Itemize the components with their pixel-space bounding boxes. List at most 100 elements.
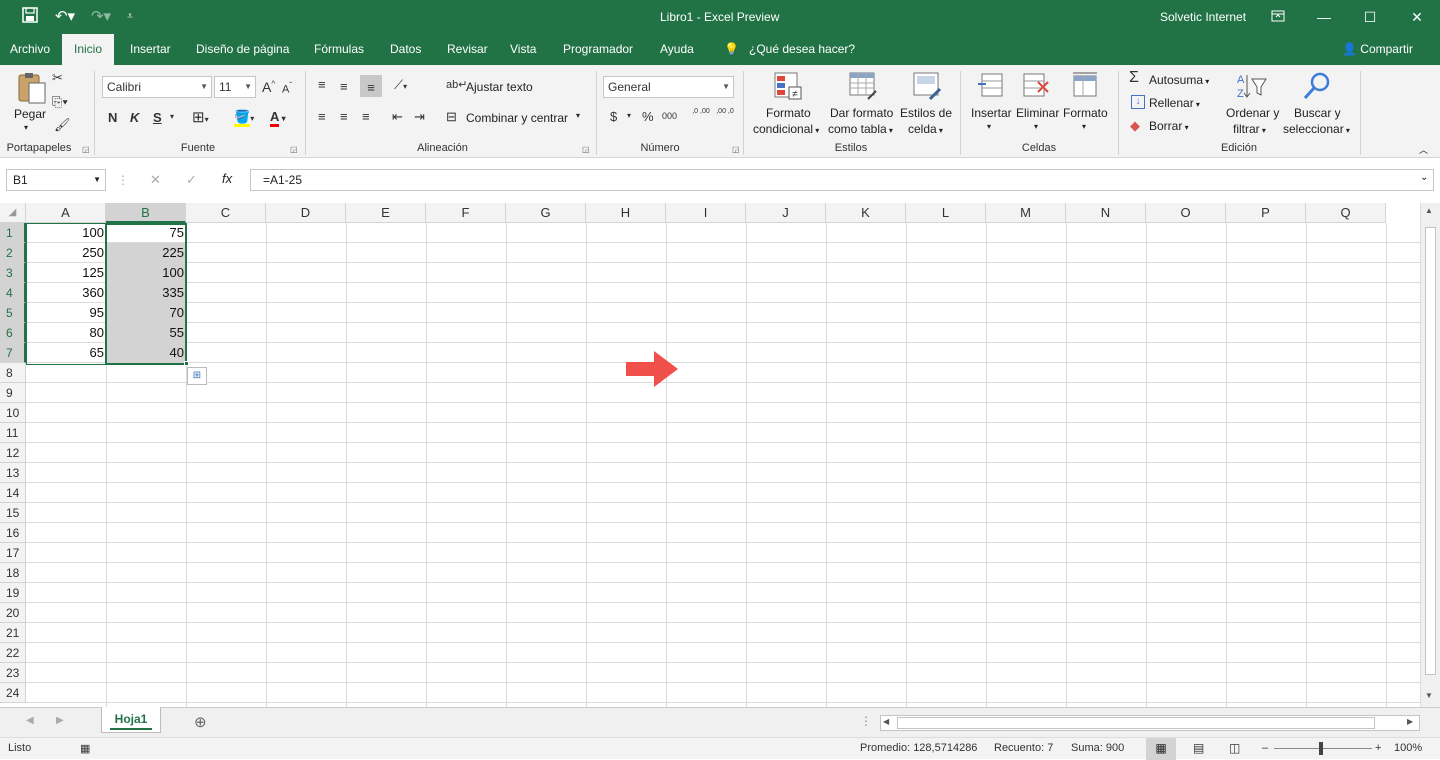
align-middle-icon[interactable]: ≡ <box>340 79 348 94</box>
column-header[interactable]: H <box>586 203 666 223</box>
fill-button[interactable]: Rellenar ▾ <box>1149 96 1200 110</box>
format-as-table-icon[interactable] <box>848 71 878 104</box>
share-button[interactable]: 👤 Compartir <box>1340 34 1415 65</box>
formula-bar-grip-icon[interactable]: ⋮ <box>117 173 129 187</box>
status-sum[interactable]: Suma: 900 <box>1071 742 1124 754</box>
format-painter-icon[interactable]: 🖌 <box>54 117 71 133</box>
decrease-decimal-button[interactable]: ,00 ,0 <box>716 108 734 116</box>
customize-icon[interactable]: ⩡ <box>120 7 140 27</box>
align-top-icon[interactable]: ≡ <box>318 77 326 92</box>
zoom-in-icon[interactable]: + <box>1375 742 1381 754</box>
paste-dropdown-icon[interactable]: ▾ <box>24 123 28 132</box>
row-header[interactable]: 3 <box>0 263 26 283</box>
underline-button[interactable]: S <box>153 110 162 125</box>
maximize-icon[interactable]: ☐ <box>1347 7 1393 27</box>
increase-indent-icon[interactable]: ⇥ <box>414 109 425 125</box>
scroll-right-icon[interactable]: ▶ <box>1407 717 1413 726</box>
merge-center-icon[interactable]: ⊟ <box>446 109 457 125</box>
fill-icon[interactable]: ↓ <box>1131 95 1145 109</box>
minimize-icon[interactable]: — <box>1301 7 1347 27</box>
font-name-select[interactable]: Calibri ▼ <box>102 76 212 98</box>
italic-button[interactable]: K <box>130 110 139 125</box>
currency-dropdown-icon[interactable]: ▾ <box>627 111 631 120</box>
underline-dropdown-icon[interactable]: ▾ <box>170 112 174 121</box>
merge-center-button[interactable]: Combinar y centrar <box>466 111 568 125</box>
column-header[interactable]: D <box>266 203 346 223</box>
worksheet-grid[interactable]: ◢ ABCDEFGHIJKLMNOPQ 1 2 3 4 5 6 7 8 9 10 11 12 13 14 1… <box>0 203 1420 707</box>
quick-analysis-icon[interactable]: ⊞ <box>187 367 207 385</box>
row-header[interactable]: 9 <box>0 383 26 403</box>
horizontal-scroll-thumb[interactable] <box>897 717 1375 729</box>
select-all-corner[interactable]: ◢ <box>0 203 26 223</box>
row-header[interactable]: 10 <box>0 403 26 423</box>
prev-sheet-icon[interactable]: ◀ <box>26 715 34 726</box>
percent-button[interactable]: % <box>642 109 654 124</box>
insert-cells-icon[interactable] <box>976 72 1004 103</box>
macro-record-icon[interactable]: ▦ <box>80 742 90 755</box>
vertical-scroll-thumb[interactable] <box>1425 227 1436 675</box>
column-header[interactable]: P <box>1226 203 1306 223</box>
delete-cells-button[interactable]: Eliminar <box>1016 106 1059 120</box>
borders-icon[interactable]: ⊞▾ <box>192 108 209 126</box>
tab-programador[interactable]: Programador <box>561 34 635 65</box>
sort-filter-label-2[interactable]: filtrar ▾ <box>1233 122 1266 136</box>
zoom-level[interactable]: 100% <box>1394 742 1422 754</box>
clear-button[interactable]: Borrar ▾ <box>1149 119 1189 133</box>
wrap-text-button[interactable]: Ajustar texto <box>466 80 533 94</box>
row-header[interactable]: 2 <box>0 243 26 263</box>
horizontal-scrollbar[interactable]: ◀ ▶ <box>880 715 1420 731</box>
row-header[interactable]: 6 <box>0 323 26 343</box>
row-header[interactable]: 14 <box>0 483 26 503</box>
expand-formula-bar-icon[interactable]: ⌄ <box>1420 172 1428 183</box>
row-header[interactable]: 13 <box>0 463 26 483</box>
cell-styles-icon[interactable] <box>912 71 942 104</box>
cell-styles-label-1[interactable]: Estilos de <box>900 106 952 120</box>
format-cells-button[interactable]: Formato <box>1063 106 1108 120</box>
row-header[interactable]: 18 <box>0 563 26 583</box>
enter-icon[interactable]: ✓ <box>186 172 197 188</box>
row-header[interactable]: 1 <box>0 223 26 243</box>
vertical-scrollbar[interactable]: ▲ ▼ <box>1420 203 1440 707</box>
increase-font-icon[interactable]: A^ <box>262 79 275 95</box>
normal-view-icon[interactable]: ▦ <box>1146 738 1176 760</box>
format-dropdown-icon[interactable]: ▾ <box>1082 122 1086 131</box>
align-right-icon[interactable]: ≡ <box>362 109 370 124</box>
cut-icon[interactable]: ✂ <box>52 70 63 86</box>
fill-handle[interactable] <box>184 361 189 366</box>
find-select-label-1[interactable]: Buscar y <box>1294 106 1341 120</box>
tell-me-input[interactable]: ¿Qué desea hacer? <box>747 34 857 65</box>
row-header[interactable]: 21 <box>0 623 26 643</box>
autosum-icon[interactable]: Σ <box>1129 69 1139 87</box>
row-header[interactable]: 5 <box>0 303 26 323</box>
scroll-down-icon[interactable]: ▼ <box>1425 691 1433 700</box>
close-icon[interactable]: ✕ <box>1394 7 1440 27</box>
align-center-icon[interactable]: ≡ <box>340 109 348 124</box>
row-header[interactable]: 8 <box>0 363 26 383</box>
column-header[interactable]: E <box>346 203 426 223</box>
align-bottom-icon[interactable]: ≡ <box>360 75 382 97</box>
format-as-table-label-1[interactable]: Dar formato <box>830 106 893 120</box>
merge-dropdown-icon[interactable]: ▾ <box>576 111 580 120</box>
delete-dropdown-icon[interactable]: ▾ <box>1034 122 1038 131</box>
bold-button[interactable]: N <box>108 110 117 125</box>
zoom-out-icon[interactable]: – <box>1262 742 1268 754</box>
increase-decimal-button[interactable]: ,0 ,00 <box>692 108 710 116</box>
row-header[interactable]: 17 <box>0 543 26 563</box>
row-header[interactable]: 22 <box>0 643 26 663</box>
save-icon[interactable] <box>20 7 40 27</box>
row-header[interactable]: 15 <box>0 503 26 523</box>
cell-styles-label-2[interactable]: celda ▾ <box>908 122 943 136</box>
align-left-icon[interactable]: ≡ <box>318 109 326 124</box>
sort-filter-icon[interactable]: AZ <box>1236 71 1268 104</box>
column-header[interactable]: I <box>666 203 746 223</box>
column-header[interactable]: C <box>186 203 266 223</box>
tab-vista[interactable]: Vista <box>508 34 538 65</box>
scroll-up-icon[interactable]: ▲ <box>1425 206 1433 215</box>
wrap-text-icon[interactable]: ab↵ <box>446 78 467 91</box>
sort-filter-label-1[interactable]: Ordenar y <box>1226 106 1279 120</box>
row-header[interactable]: 7 <box>0 343 26 363</box>
insert-cells-button[interactable]: Insertar <box>971 106 1012 120</box>
next-sheet-icon[interactable]: ▶ <box>56 715 64 726</box>
insert-function-icon[interactable]: fx <box>222 171 232 186</box>
status-count[interactable]: Recuento: 7 <box>994 742 1053 754</box>
